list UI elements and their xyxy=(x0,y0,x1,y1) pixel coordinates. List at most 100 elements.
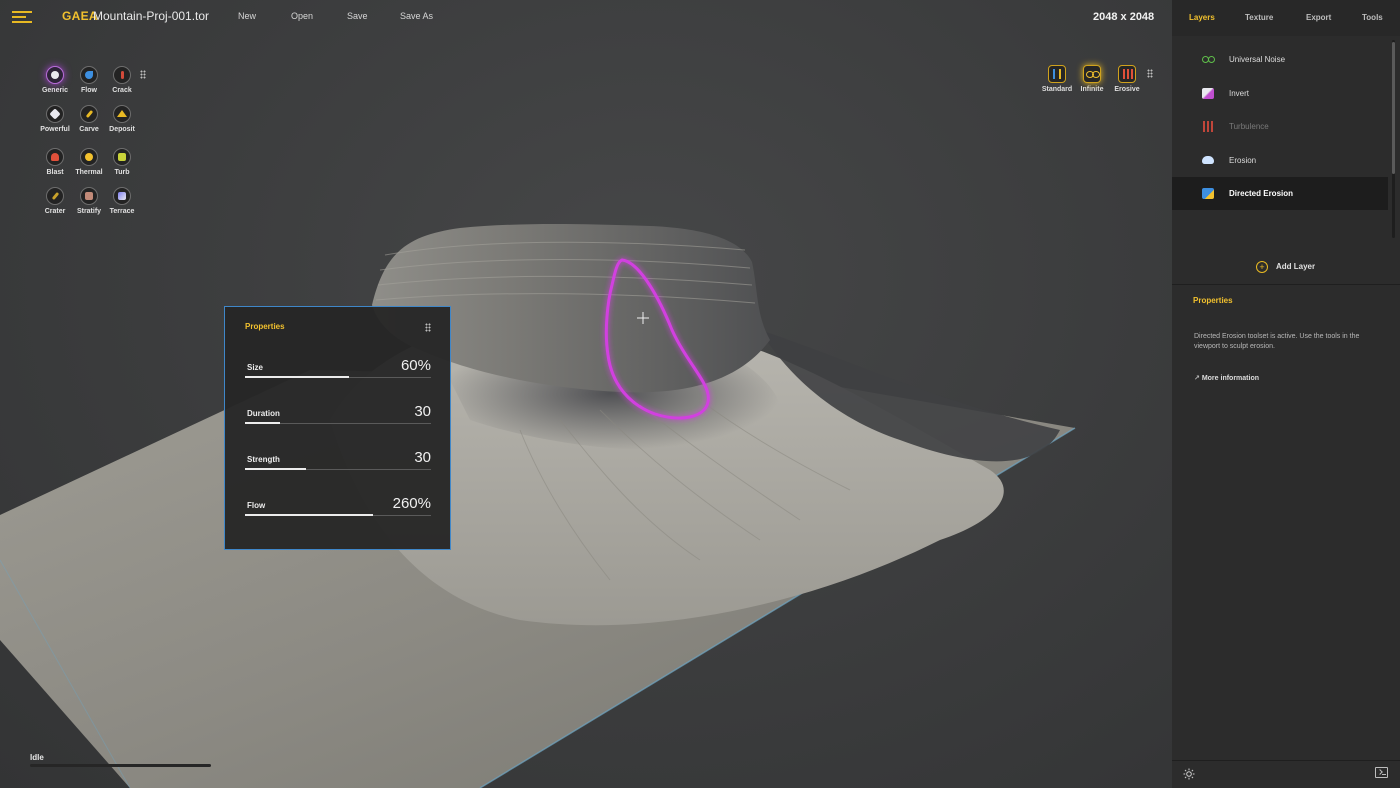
tool-crack[interactable]: Crack xyxy=(105,66,139,94)
carve-icon xyxy=(80,105,98,123)
infinity-icon xyxy=(1083,65,1101,83)
tool-turb[interactable]: Turb xyxy=(105,148,139,176)
layer-turbulence[interactable]: Turbulence xyxy=(1172,110,1388,143)
scrollbar-thumb[interactable] xyxy=(1392,42,1395,174)
cloud-icon xyxy=(1202,156,1214,164)
sidebar-tabs: Layers Texture Export Tools xyxy=(1172,0,1400,36)
status-text: Idle xyxy=(30,753,44,762)
powerful-icon xyxy=(46,105,64,123)
layer-invert[interactable]: Invert xyxy=(1172,77,1388,110)
duration-value[interactable]: 30 xyxy=(414,403,431,420)
tool-thermal[interactable]: Thermal xyxy=(72,148,106,176)
mode-label: Erosive xyxy=(1114,86,1140,93)
layer-list-scrollbar[interactable] xyxy=(1392,40,1395,238)
terrain-viewport[interactable] xyxy=(0,0,1172,788)
new-button[interactable]: New xyxy=(238,11,256,21)
erosive-icon xyxy=(1118,65,1136,83)
flow-track[interactable] xyxy=(245,514,431,516)
tool-label: Blast xyxy=(46,169,64,176)
tool-powerful[interactable]: Powerful xyxy=(38,105,72,133)
more-information-label: More information xyxy=(1201,375,1259,382)
more-information-link[interactable]: ↗ More information xyxy=(1194,374,1259,382)
duration-track[interactable] xyxy=(245,422,431,424)
tool-label: Carve xyxy=(79,126,99,133)
size-label: Size xyxy=(247,363,264,372)
save-button[interactable]: Save xyxy=(347,11,368,21)
mode-bar-drag-handle-icon[interactable] xyxy=(1147,69,1153,78)
tool-stratify[interactable]: Stratify xyxy=(72,187,106,215)
open-button[interactable]: Open xyxy=(291,11,313,21)
turbulence-icon xyxy=(1202,121,1214,132)
crater-icon xyxy=(46,187,64,205)
directed-erosion-icon xyxy=(1202,188,1214,199)
external-link-icon: ↗ xyxy=(1194,375,1200,382)
flow-fill xyxy=(245,514,374,516)
tool-blast[interactable]: Blast xyxy=(38,148,72,176)
mode-infinite[interactable]: Infinite xyxy=(1073,65,1111,93)
infinity-icon xyxy=(1202,54,1215,65)
deposit-icon xyxy=(113,105,131,123)
console-icon[interactable] xyxy=(1375,767,1388,778)
flow-label: Flow xyxy=(247,501,266,510)
tab-layers[interactable]: Layers xyxy=(1189,13,1215,22)
tool-terrace[interactable]: Terrace xyxy=(105,187,139,215)
tool-flow[interactable]: Flow xyxy=(72,66,106,94)
terrain-render[interactable] xyxy=(0,0,1172,788)
layer-name: Erosion xyxy=(1229,156,1257,165)
properties-panel-title: Properties xyxy=(245,322,285,331)
tool-label: Terrace xyxy=(109,208,135,215)
project-name: Mountain-Proj-001.tor xyxy=(93,9,210,23)
layer-directed-erosion[interactable]: Directed Erosion xyxy=(1172,177,1388,210)
mode-standard[interactable]: Standard xyxy=(1038,65,1076,93)
flow-slider[interactable]: Flow 260% xyxy=(245,495,431,525)
layer-erosion[interactable]: Erosion xyxy=(1172,144,1388,177)
layer-name: Turbulence xyxy=(1229,122,1269,131)
blast-icon xyxy=(46,148,64,166)
mode-erosive[interactable]: Erosive xyxy=(1108,65,1146,93)
save-as-button[interactable]: Save As xyxy=(400,11,433,21)
add-layer-button[interactable]: + Add Layer xyxy=(1256,258,1315,276)
size-value[interactable]: 60% xyxy=(401,357,431,374)
strength-value[interactable]: 30 xyxy=(414,449,431,466)
tool-generic[interactable]: Generic xyxy=(38,66,72,94)
duration-fill xyxy=(245,422,281,424)
mode-label: Infinite xyxy=(1080,86,1104,93)
strength-slider[interactable]: Strength 30 xyxy=(245,449,431,479)
tool-deposit[interactable]: Deposit xyxy=(105,105,139,133)
sidebar-divider xyxy=(1172,284,1400,285)
tab-tools[interactable]: Tools xyxy=(1362,13,1383,22)
tab-export[interactable]: Export xyxy=(1306,13,1331,22)
sun-icon[interactable] xyxy=(1183,768,1195,780)
strength-label: Strength xyxy=(247,455,280,464)
progress-bar xyxy=(30,764,211,767)
tool-label: Powerful xyxy=(40,126,70,133)
duration-slider[interactable]: Duration 30 xyxy=(245,403,431,433)
standard-icon xyxy=(1048,65,1066,83)
tool-grid-drag-handle-icon[interactable] xyxy=(140,70,146,79)
tool-label: Flow xyxy=(81,87,97,94)
strength-track[interactable] xyxy=(245,468,431,470)
sidebar-footer-divider xyxy=(1172,760,1400,761)
generic-icon xyxy=(46,66,64,84)
invert-icon xyxy=(1202,88,1214,99)
sidebar-properties-description: Directed Erosion toolset is active. Use … xyxy=(1194,333,1360,350)
size-track[interactable] xyxy=(245,376,431,378)
layer-name: Universal Noise xyxy=(1229,55,1286,64)
size-fill xyxy=(245,376,350,378)
tool-crater[interactable]: Crater xyxy=(38,187,72,215)
size-slider[interactable]: Size 60% xyxy=(245,357,431,387)
hamburger-menu-icon[interactable] xyxy=(12,8,32,24)
sidebar-properties-title: Properties xyxy=(1193,296,1233,305)
duration-label: Duration xyxy=(247,409,280,418)
properties-panel: Properties Size 60% Duration 30 Strength… xyxy=(224,306,451,550)
turb-icon xyxy=(113,148,131,166)
flow-value[interactable]: 260% xyxy=(393,495,431,512)
resolution-readout: 2048 x 2048 xyxy=(1093,11,1155,23)
tab-texture[interactable]: Texture xyxy=(1245,13,1273,22)
strength-fill xyxy=(245,468,307,470)
tool-carve[interactable]: Carve xyxy=(72,105,106,133)
layer-universal-noise[interactable]: Universal Noise xyxy=(1172,43,1388,76)
properties-panel-drag-handle-icon[interactable] xyxy=(425,323,431,332)
tool-label: Stratify xyxy=(76,208,102,215)
flow-icon xyxy=(80,66,98,84)
